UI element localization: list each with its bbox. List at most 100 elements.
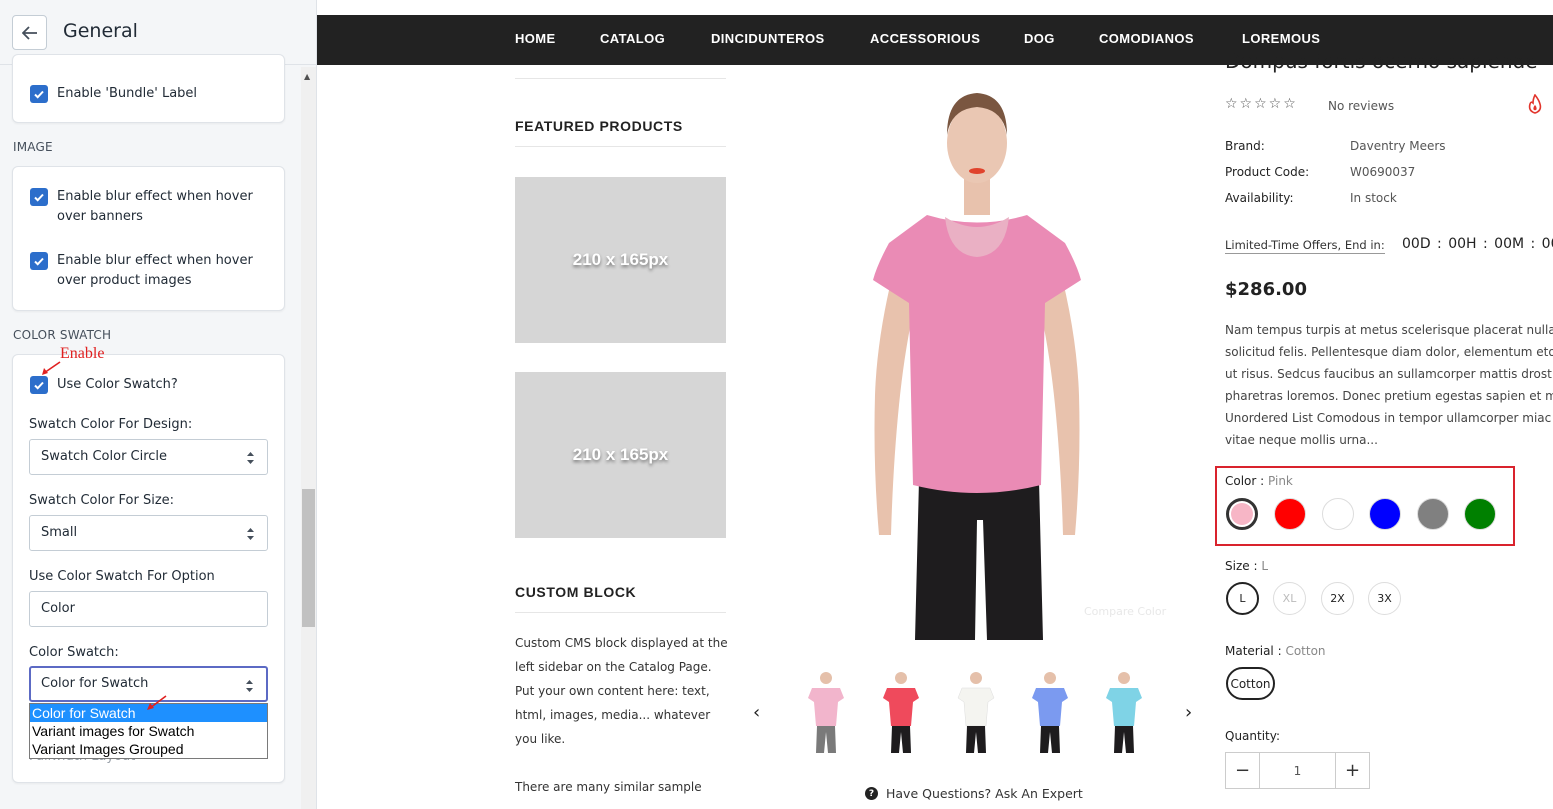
product-thumbnail[interactable]: [875, 668, 927, 758]
dropdown-option[interactable]: Variant images for Swatch: [30, 722, 267, 740]
top-strip: [317, 0, 1553, 15]
arrow-left-icon: [21, 25, 37, 40]
blur-banners-checkbox[interactable]: [30, 188, 48, 206]
color-option-name: Color :: [1225, 474, 1265, 488]
description-line: vitae neque mollis urna...: [1225, 433, 1378, 447]
material-option-name: Material :: [1225, 644, 1282, 658]
size-option-value: L: [1261, 559, 1269, 573]
brand-value[interactable]: Daventry Meers: [1350, 139, 1446, 153]
product-thumbnail[interactable]: [800, 668, 852, 758]
nav-home[interactable]: HOME: [515, 31, 556, 46]
color-option-value: Pink: [1268, 474, 1293, 488]
use-color-swatch-label: Use Color Swatch?: [57, 377, 178, 392]
color-option-label: Color : Pink: [1225, 474, 1293, 488]
editor-scrollbar-thumb[interactable]: [302, 489, 315, 627]
swatch-size-select[interactable]: Small: [29, 515, 268, 551]
description-line: solicitud felis. Pellentesque diam dolor…: [1225, 345, 1553, 359]
nav-dog[interactable]: DOG: [1024, 31, 1055, 46]
divider: [515, 612, 726, 613]
blur-product-images-checkbox[interactable]: [30, 252, 48, 270]
color-swatch-white[interactable]: [1322, 498, 1354, 530]
nav-catalog[interactable]: CATALOG: [600, 31, 665, 46]
chevron-left-icon[interactable]: ‹: [753, 702, 760, 723]
product-title: Dompus fortis ocerno saplende: [1225, 49, 1538, 73]
color-swatch-green[interactable]: [1464, 498, 1496, 530]
size-button-xl[interactable]: XL: [1273, 582, 1306, 615]
color-swatch-pink[interactable]: [1226, 498, 1258, 530]
description-line: ut risus. Sedcus faucibus an sullamcorpe…: [1225, 367, 1552, 381]
product-code-value: W0690037: [1350, 165, 1416, 179]
editor-title: General: [63, 20, 138, 42]
product-description: Nam tempus turpis at metus scelerisque p…: [1225, 319, 1553, 451]
featured-product-image[interactable]: 210 x 165px: [515, 372, 726, 538]
swatch-option-input[interactable]: Color: [29, 591, 268, 627]
swatch-option-label: Use Color Swatch For Option: [29, 569, 215, 584]
swatch-size-label: Swatch Color For Size:: [29, 493, 175, 508]
nav-accessorious[interactable]: ACCESSORIOUS: [870, 31, 980, 46]
bundle-label-text: Enable 'Bundle' Label: [57, 86, 198, 101]
image-section-heading: IMAGE: [13, 140, 53, 154]
color-swatch-value: Color for Swatch: [41, 676, 149, 691]
featured-product-image[interactable]: 210 x 165px: [515, 177, 726, 343]
description-line: Unordered List Comodous in tempor ullamc…: [1225, 411, 1552, 425]
brand-label: Brand:: [1225, 139, 1265, 153]
checkmark-icon: [34, 381, 44, 390]
product-main-image[interactable]: [827, 65, 1127, 640]
annotation-arrow-icon: [147, 695, 167, 710]
product-thumbnail[interactable]: [1098, 668, 1150, 758]
back-button[interactable]: [12, 15, 47, 50]
color-swatch-red[interactable]: [1274, 498, 1306, 530]
minus-icon[interactable]: −: [1226, 753, 1259, 788]
material-option-label: Material : Cotton: [1225, 644, 1326, 658]
color-swatch-section-heading: COLOR SWATCH: [13, 328, 112, 342]
size-option-label: Size : L: [1225, 559, 1268, 573]
dropdown-option[interactable]: Variant Images Grouped: [30, 740, 267, 758]
description-line: pharetras loremos. Donec pretium egestas…: [1225, 389, 1553, 403]
size-button-3x[interactable]: 3X: [1368, 582, 1401, 615]
ask-expert-text: Have Questions? Ask An Expert: [886, 786, 1083, 801]
product-thumbnail[interactable]: [1024, 668, 1076, 758]
bundle-card: Enable 'Bundle' Label: [12, 54, 285, 123]
select-arrows-icon: [247, 452, 254, 464]
theme-editor-panel: General Enable 'Bundle' Label IMAGE Enab…: [0, 0, 317, 809]
annotation-arrow-icon: [42, 361, 61, 375]
nav-comodianos[interactable]: COMODIANOS: [1099, 31, 1194, 46]
custom-block-text-2: There are many similar sample: [515, 780, 702, 794]
chevron-right-icon[interactable]: ›: [1185, 702, 1192, 723]
custom-block-text: Custom CMS block displayed at the left s…: [515, 636, 728, 746]
editor-scrollbar[interactable]: [301, 67, 316, 809]
nav-loremous[interactable]: LOREMOUS: [1242, 31, 1320, 46]
nav-dinciduntero[interactable]: DINCIDUNTEROS: [711, 31, 825, 46]
use-color-swatch-checkbox[interactable]: [30, 376, 48, 394]
material-button-cotton[interactable]: Cotton: [1226, 667, 1275, 700]
fire-icon: [1528, 94, 1542, 114]
size-option-name: Size :: [1225, 559, 1258, 573]
swatch-design-select[interactable]: Swatch Color Circle: [29, 439, 268, 475]
offer-label: Limited-Time Offers, End in:: [1225, 238, 1385, 254]
swatch-size-value: Small: [41, 525, 78, 540]
compare-color-watermark: Compare Color: [1084, 605, 1167, 618]
swatch-option-value: Color: [41, 601, 75, 616]
color-swatch-label: Color Swatch:: [29, 645, 119, 660]
ask-expert-link[interactable]: ? Have Questions? Ask An Expert: [865, 786, 1083, 801]
quantity-input[interactable]: 1: [1259, 753, 1336, 788]
featured-products-heading: FEATURED PRODUCTS: [515, 118, 683, 134]
reviews-count[interactable]: No reviews: [1328, 99, 1394, 113]
plus-icon[interactable]: +: [1336, 753, 1369, 788]
size-button-2x[interactable]: 2X: [1321, 582, 1354, 615]
availability-value: In stock: [1350, 191, 1397, 205]
quantity-stepper: − 1 +: [1225, 752, 1370, 789]
scroll-up-arrow-icon[interactable]: ▲: [304, 72, 310, 81]
image-card: Enable blur effect when hover over banne…: [12, 166, 285, 311]
rating-stars[interactable]: ☆☆☆☆☆: [1225, 96, 1298, 112]
blur-product-images-label: Enable blur effect when hover over produ…: [57, 253, 253, 288]
bundle-label-checkbox[interactable]: [30, 85, 48, 103]
color-swatch-blue[interactable]: [1369, 498, 1401, 530]
blur-banners-label: Enable blur effect when hover over banne…: [57, 189, 253, 224]
product-thumbnail[interactable]: [950, 668, 1002, 758]
divider: [515, 78, 726, 79]
description-line: Nam tempus turpis at metus scelerisque p…: [1225, 323, 1553, 337]
size-button-l[interactable]: L: [1226, 582, 1259, 615]
swatch-design-value: Swatch Color Circle: [41, 449, 168, 464]
color-swatch-gray[interactable]: [1417, 498, 1449, 530]
